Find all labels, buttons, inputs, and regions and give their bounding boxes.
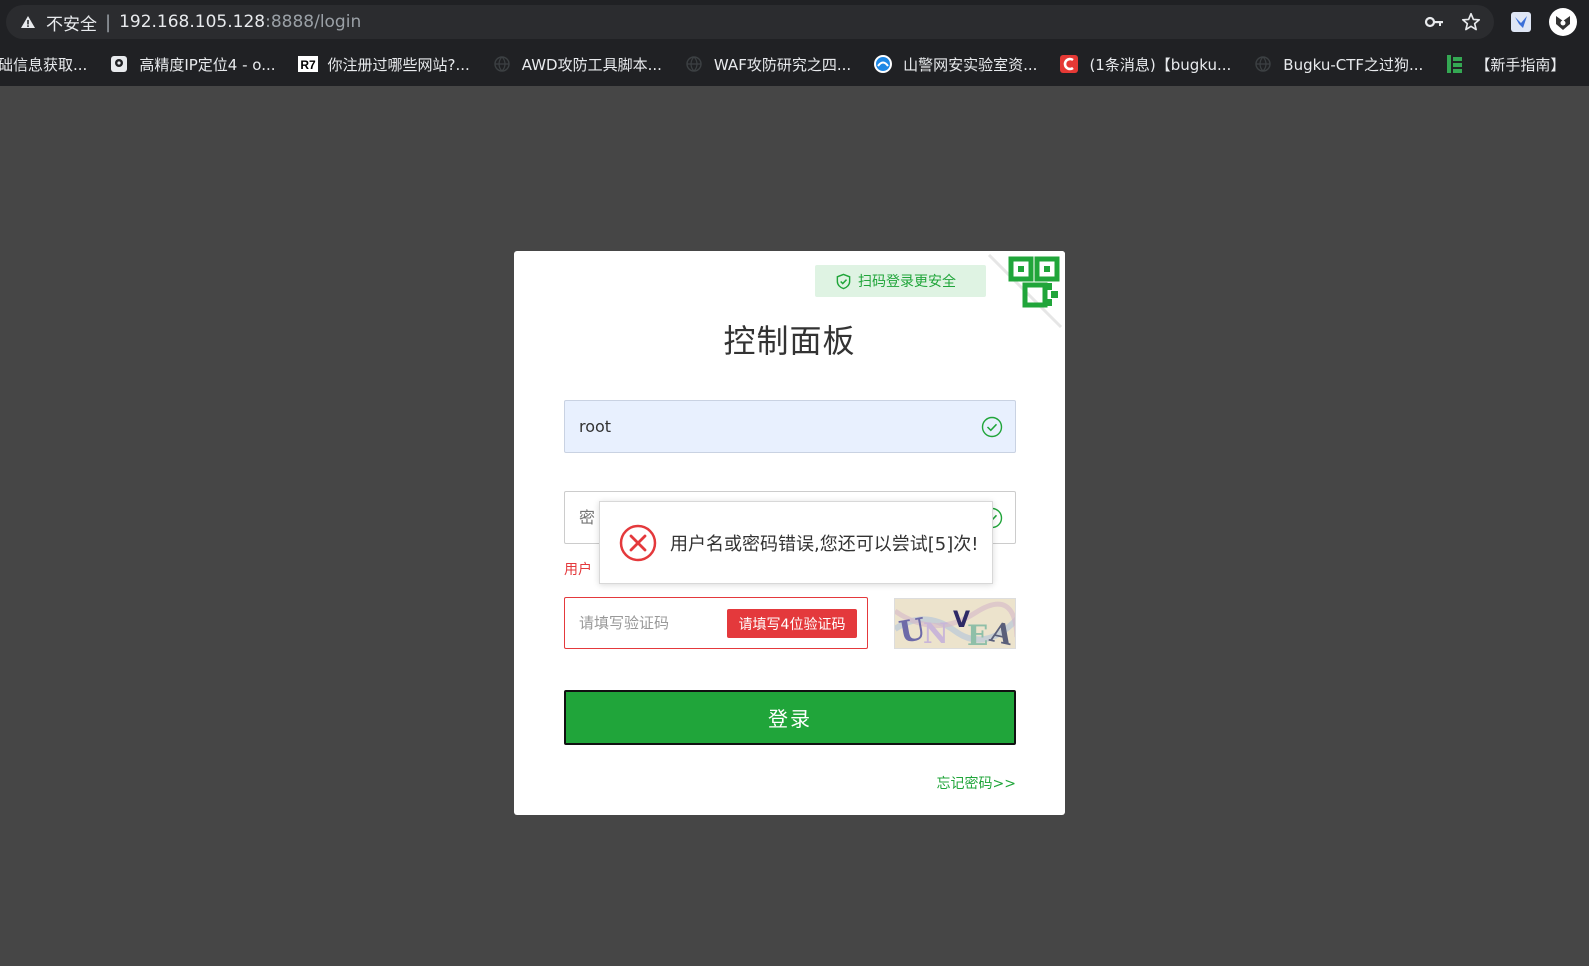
captcha-error-badge: 请填写4位验证码 [727,609,857,638]
star-icon[interactable] [1460,11,1482,33]
bookmark-item[interactable]: 础信息获取... [0,54,87,75]
login-button[interactable]: 登录 [564,690,1016,745]
bookmark-item[interactable]: 山警网安实验室资... [873,54,1037,75]
captcha-image-art: U N V E A [895,599,1015,649]
svg-text:R7: R7 [300,58,316,72]
browser-chrome: 不安全 | 192.168.105.128:8888/login 础信息获取..… [0,0,1589,86]
url-separator: | [105,11,112,33]
bookmarks-bar: 础信息获取... 高精度IP定位4 - o... R7 你注册过哪些网站?...… [0,48,1589,80]
bookmark-label: AWD攻防工具脚本... [521,55,662,74]
csdn-icon [1059,54,1079,74]
bookmark-item[interactable]: R7 你注册过哪些网站?... [297,54,470,75]
qr-login-tip[interactable]: 扫码登录更安全 [815,265,986,297]
green-bars-icon [1445,54,1465,74]
credential-error-text: 用户 [564,562,592,578]
captcha-image[interactable]: U N V E A [894,598,1016,649]
bookmark-item[interactable]: 高精度IP定位4 - o... [109,54,276,75]
error-circle-icon [619,524,657,561]
qr-tip-label: 扫码登录更安全 [858,274,956,290]
error-toast: 用户名或密码错误,您还可以尝试[5]次! [599,501,993,584]
bookmark-label: WAF攻防研究之四... [713,55,852,74]
bookmark-label: 础信息获取... [0,55,88,74]
shield-check-icon [836,273,851,289]
bookmark-label: 【新手指南】 [1475,55,1566,74]
captcha-field: 请填写4位验证码 [564,597,868,649]
svg-text:N: N [923,617,949,649]
map-pin-icon [109,54,129,74]
globe-icon [492,54,512,74]
svg-text:E: E [967,619,988,649]
url-host: 192.168.105.128 [119,12,266,32]
globe-icon [684,54,704,74]
bookmark-item[interactable]: AWD攻防工具脚本... [492,54,662,75]
url-path: :8888/login [265,12,362,32]
check-circle-icon [981,416,1003,438]
warning-icon [21,16,35,28]
captcha-input[interactable] [565,598,715,648]
bookmark-item[interactable]: 【新手指南】 [1445,54,1565,75]
circle-logo-icon [873,54,893,74]
toast-message: 用户名或密码错误,您还可以尝试[5]次! [670,533,979,555]
username-field [564,400,1016,453]
bookmark-label: 山警网安实验室资... [903,55,1038,74]
username-input[interactable] [565,401,1015,452]
page-title: 控制面板 [723,322,856,360]
address-bar[interactable]: 不安全 | 192.168.105.128:8888/login [6,5,1494,39]
bookmark-label: Bugku-CTF之过狗... [1283,55,1424,74]
bookmark-item[interactable]: (1条消息)【bugku... [1059,54,1231,75]
extension-icon[interactable] [1510,11,1532,33]
forgot-password-link[interactable]: 忘记密码>> [937,773,1016,793]
bookmark-item[interactable]: Bugku-CTF之过狗... [1253,54,1423,75]
profile-avatar-icon[interactable] [1548,7,1578,37]
bookmark-label: 你注册过哪些网站?... [327,55,470,74]
globe-icon [1253,54,1273,74]
key-icon[interactable] [1424,13,1444,31]
bookmark-label: (1条消息)【bugku... [1089,55,1232,74]
bookmark-label: 高精度IP定位4 - o... [139,55,276,74]
bookmark-item[interactable]: WAF攻防研究之四... [684,54,851,75]
insecure-label: 不安全 [46,14,97,35]
r7-logo-icon: R7 [297,54,318,74]
